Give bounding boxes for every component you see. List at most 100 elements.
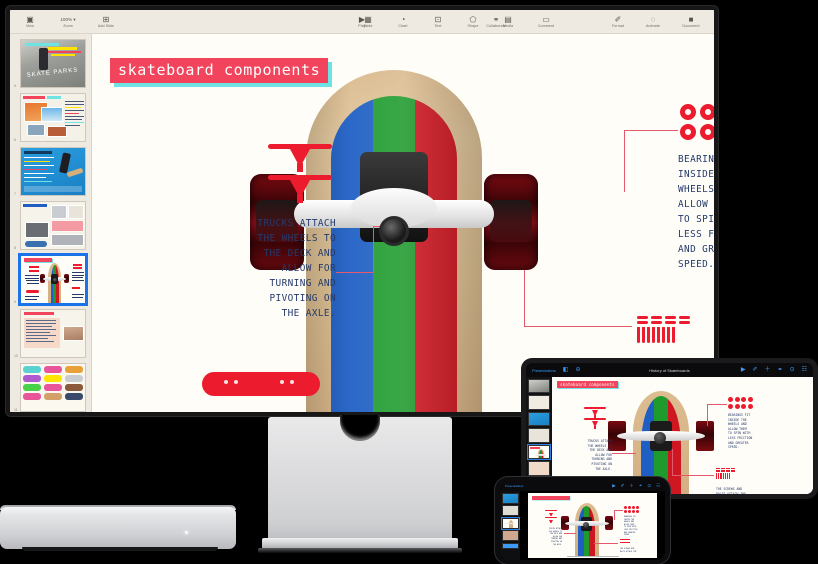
display-screen: ▣ View 100% ▾ Zoom ⊞ Add Slide ▶ Play ▦ … [10, 10, 714, 412]
annotation-bearings[interactable]: BEARINGS FIT INSIDE THE WHEELS AND ALLOW… [678, 152, 714, 272]
toolbar-group-insert: ▦ Table ◔ Chart ⊡ Text ⬠ Shape ▤ Media ▭… [356, 15, 561, 29]
iphone-thumbnail-7[interactable] [501, 505, 519, 516]
slide-thumbnail-11-wrap: 11 [14, 363, 87, 412]
ipad-thumbnail-5[interactable] [528, 379, 550, 394]
leader-line-trucks [336, 272, 374, 274]
toolbar-label-table: Table [363, 23, 373, 28]
slide-number-6: 6 [14, 138, 16, 142]
iphone-screen: Presentations ▶ ✐ ＋ ⚭ ⊙ ☷ TRUCKS ATTACH … [500, 481, 665, 560]
paintbrush-icon[interactable]: ✐ [753, 367, 758, 373]
more-icon[interactable]: ⊙ [790, 367, 795, 373]
slide-thumbnail-11[interactable] [20, 363, 86, 412]
iphone: Presentations ▶ ✐ ＋ ⚭ ⊙ ☷ TRUCKS ATTACH … [495, 477, 670, 564]
iphone-thumbnail-6[interactable] [501, 492, 519, 504]
ipad-thumbnail-9[interactable] [527, 443, 551, 461]
slide-thumbnail-8[interactable] [20, 201, 86, 250]
document-icon[interactable]: ☷ [656, 483, 660, 488]
slide-canvas[interactable]: skateboard components TRUCKS ATTACH THE … [92, 34, 714, 412]
toolbar-button-chart[interactable]: ◔ Chart [391, 15, 415, 29]
zoom-icon[interactable]: ⊖ [575, 367, 580, 373]
iphone-thumbnail-8[interactable] [500, 516, 520, 530]
toolbar-button-format[interactable]: ✐ Format [606, 15, 630, 29]
iphone-slide-canvas[interactable]: TRUCKS ATTACH THE WHEELS TO THE DECK AND… [528, 493, 657, 558]
toolbar-button-document[interactable]: ■ Document [676, 15, 706, 29]
slide-thumbnail-5-wrap: 5 SKATE PARKS [14, 39, 87, 88]
slide-title[interactable]: skateboard components [110, 58, 329, 83]
iphone-slide-render: TRUCKS ATTACH THE WHEELS TO THE DECK AND… [528, 493, 657, 558]
more-icon[interactable]: ⊙ [647, 483, 651, 488]
slide-number-9: 9 [14, 300, 16, 304]
toolbar-label-text: Text [434, 23, 442, 28]
view-icon: ▣ [26, 14, 34, 24]
ipad-annotation-screws: THE SCREWS AND BOLTS ATTACH THE [716, 487, 746, 494]
toolbar-button-table[interactable]: ▦ Table [356, 15, 380, 29]
iphone-thumbnail-10[interactable] [501, 542, 519, 549]
deck-illustration[interactable] [202, 372, 320, 396]
slide-number-7: 7 [14, 192, 16, 196]
toolbar-label-collaborate: Collaborate [486, 23, 506, 28]
toolbar-group-right: ✐ Format ◌ Animate ■ Document [606, 15, 706, 29]
toolbar-button-zoom[interactable]: 100% ▾ Zoom [53, 15, 83, 29]
ipad-thumbnail-10[interactable] [528, 461, 550, 476]
collaborate-icon[interactable]: ⚭ [639, 483, 643, 488]
toolbar-button-animate[interactable]: ◌ Animate [641, 15, 665, 29]
toolbar-button-text[interactable]: ⊡ Text [426, 15, 450, 29]
iphone-annotation-screws: THE SCREWS AND BOLTS ATTACH THE [620, 548, 637, 553]
slide-navigator[interactable]: 5 SKATE PARKS 6 7 8 9 10 11 [10, 34, 92, 412]
text-icon: ⊡ [434, 14, 442, 24]
truck-kingpin [379, 216, 409, 246]
plus-icon[interactable]: ＋ [629, 483, 633, 488]
keynote-toolbar: ▣ View 100% ▾ Zoom ⊞ Add Slide ▶ Play ▦ … [10, 10, 714, 34]
bearings-illustration[interactable] [680, 104, 714, 140]
iphone-slide-navigator[interactable] [500, 491, 520, 560]
slide-thumbnail-10[interactable] [20, 309, 86, 358]
ipad-thumbnail-7[interactable] [528, 411, 550, 427]
screws-illustration[interactable] [637, 316, 690, 343]
iphone-thumbnail-9[interactable] [501, 530, 519, 541]
document-icon[interactable]: ☷ [802, 367, 807, 373]
ipad-annotation-trucks: TRUCKS ATTACH THE WHEELS TO THE DECK AND… [587, 439, 612, 471]
chart-icon: ◔ [400, 14, 406, 24]
slide-number-5: 5 [14, 84, 16, 88]
iphone-presentations-button[interactable]: Presentations [505, 484, 523, 488]
toolbar-button-view[interactable]: ▣ View [18, 15, 42, 29]
paintbrush-icon[interactable]: ✐ [621, 483, 625, 488]
slide-number-11: 11 [14, 408, 18, 412]
toolbar-label-animate: Animate [646, 23, 660, 28]
annotation-trucks[interactable]: TRUCKS ATTACH THE WHEELS TO THE DECK AND… [220, 216, 336, 321]
ipad-thumbnail-8[interactable] [528, 428, 550, 443]
slide-thumbnail-9-wrap: 9 [14, 253, 88, 306]
ipad-thumb-render [529, 445, 549, 459]
toolbar-button-add-slide[interactable]: ⊞ Add Slide [94, 15, 118, 29]
mac-mini [0, 507, 236, 549]
ipad-toolbar-left: Presentations ◧ ⊖ [532, 367, 581, 373]
toolbar-label-chart: Chart [398, 23, 408, 28]
ipad-screen: Presentations ◧ ⊖ History of Skateboards… [526, 363, 813, 494]
leader-line-trucks-v [373, 226, 375, 273]
leader-line-bearings-v [624, 130, 626, 192]
paintbrush-icon: ✐ [614, 14, 622, 24]
leader-line-screws-v [524, 270, 526, 327]
display-stand [268, 417, 452, 541]
slide-thumbnail-9[interactable] [18, 253, 88, 306]
play-icon[interactable]: ▶ [612, 483, 615, 488]
ipad-presentations-button[interactable]: Presentations [532, 368, 556, 373]
trucks-illustration[interactable] [268, 144, 332, 206]
play-icon[interactable]: ▶ [741, 367, 746, 373]
slide-thumbnail-5[interactable]: SKATE PARKS [20, 39, 86, 88]
iphone-toolbar-right: ▶ ✐ ＋ ⚭ ⊙ ☷ [612, 483, 660, 488]
toolbar-button-collaborate[interactable]: ⚭ Collaborate [478, 15, 514, 29]
collaborate-icon[interactable]: ⚭ [778, 367, 783, 373]
iphone-home-indicator [566, 555, 619, 557]
toolbar-button-comment[interactable]: ▭ Comment [531, 15, 561, 29]
slide-thumbnail-8-wrap: 8 [14, 201, 87, 250]
slide-thumbnail-7[interactable] [20, 147, 86, 196]
sidebar-toggle-icon[interactable]: ◧ [563, 367, 569, 373]
toolbar-label-format: Format [612, 23, 624, 28]
slide-thumbnail-6[interactable] [20, 93, 86, 142]
ipad-thumbnail-6[interactable] [528, 395, 550, 410]
toolbar-label-shape: Shape [467, 23, 479, 28]
collaborate-icon: ⚭ [492, 14, 500, 24]
plus-icon[interactable]: ＋ [765, 367, 771, 373]
studio-display: ▣ View 100% ▾ Zoom ⊞ Add Slide ▶ Play ▦ … [6, 6, 718, 416]
